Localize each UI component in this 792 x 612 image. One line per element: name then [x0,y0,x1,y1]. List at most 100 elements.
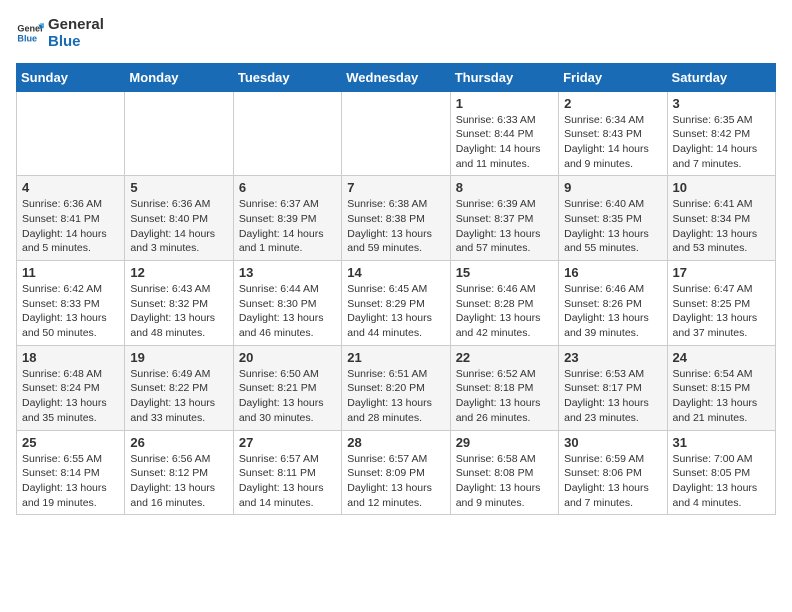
day-info: Sunrise: 6:57 AM Sunset: 8:09 PM Dayligh… [347,452,444,511]
day-number: 2 [564,96,661,111]
day-info: Sunrise: 6:55 AM Sunset: 8:14 PM Dayligh… [22,452,119,511]
day-info: Sunrise: 6:51 AM Sunset: 8:20 PM Dayligh… [347,367,444,426]
day-number: 15 [456,265,553,280]
day-info: Sunrise: 6:57 AM Sunset: 8:11 PM Dayligh… [239,452,336,511]
calendar-cell: 27Sunrise: 6:57 AM Sunset: 8:11 PM Dayli… [233,430,341,515]
day-header-tuesday: Tuesday [233,63,341,91]
calendar-cell: 12 Sunrise: 6:43 AM Sunset: 8:32 PM Dayli… [125,261,233,346]
calendar-cell: 16 Sunrise: 6:46 AM Sunset: 8:26 PM Dayli… [559,261,667,346]
calendar-cell: 5Sunrise: 6:36 AM Sunset: 8:40 PM Daylig… [125,176,233,261]
day-info: Sunrise: 7:00 AM Sunset: 8:05 PM Dayligh… [673,452,770,511]
day-number: 26 [130,435,227,450]
day-info: Sunrise: 6:58 AM Sunset: 8:08 PM Dayligh… [456,452,553,511]
day-number: 31 [673,435,770,450]
day-number: 28 [347,435,444,450]
calendar-cell: 31 Sunrise: 7:00 AM Sunset: 8:05 PM Dayli… [667,430,775,515]
day-info: Sunrise: 6:33 AM Sunset: 8:44 PM Dayligh… [456,113,553,172]
calendar-cell [17,91,125,176]
calendar-cell: 2 Sunrise: 6:34 AM Sunset: 8:43 PM Daylig… [559,91,667,176]
calendar-week-5: 25 Sunrise: 6:55 AM Sunset: 8:14 PM Dayli… [17,430,776,515]
svg-text:Blue: Blue [17,34,37,44]
day-number: 13 [239,265,336,280]
calendar-cell [233,91,341,176]
day-number: 20 [239,350,336,365]
day-number: 19 [130,350,227,365]
day-number: 1 [456,96,553,111]
calendar-cell: 25 Sunrise: 6:55 AM Sunset: 8:14 PM Dayli… [17,430,125,515]
calendar-cell [342,91,450,176]
calendar-cell: 6 Sunrise: 6:37 AM Sunset: 8:39 PM Daylig… [233,176,341,261]
day-info: Sunrise: 6:59 AM Sunset: 8:06 PM Dayligh… [564,452,661,511]
day-info: Sunrise: 6:50 AM Sunset: 8:21 PM Dayligh… [239,367,336,426]
day-info: Sunrise: 6:49 AM Sunset: 8:22 PM Dayligh… [130,367,227,426]
logo-icon: General Blue [16,19,44,47]
calendar-cell: 19 Sunrise: 6:49 AM Sunset: 8:22 PM Dayli… [125,345,233,430]
calendar-cell: 24 Sunrise: 6:54 AM Sunset: 8:15 PM Dayli… [667,345,775,430]
calendar-cell: 14Sunrise: 6:45 AM Sunset: 8:29 PM Dayli… [342,261,450,346]
logo-blue: Blue [48,33,104,50]
calendar-cell: 26 Sunrise: 6:56 AM Sunset: 8:12 PM Dayli… [125,430,233,515]
calendar-cell: 21 Sunrise: 6:51 AM Sunset: 8:20 PM Dayli… [342,345,450,430]
day-number: 16 [564,265,661,280]
day-info: Sunrise: 6:43 AM Sunset: 8:32 PM Dayligh… [130,282,227,341]
calendar-cell: 30 Sunrise: 6:59 AM Sunset: 8:06 PM Dayli… [559,430,667,515]
day-info: Sunrise: 6:46 AM Sunset: 8:26 PM Dayligh… [564,282,661,341]
day-number: 7 [347,180,444,195]
calendar-week-2: 4Sunrise: 6:36 AM Sunset: 8:41 PM Daylig… [17,176,776,261]
day-header-monday: Monday [125,63,233,91]
day-info: Sunrise: 6:53 AM Sunset: 8:17 PM Dayligh… [564,367,661,426]
day-number: 4 [22,180,119,195]
calendar-cell: 13 Sunrise: 6:44 AM Sunset: 8:30 PM Dayli… [233,261,341,346]
calendar-cell: 4Sunrise: 6:36 AM Sunset: 8:41 PM Daylig… [17,176,125,261]
calendar-cell: 3 Sunrise: 6:35 AM Sunset: 8:42 PM Daylig… [667,91,775,176]
day-info: Sunrise: 6:47 AM Sunset: 8:25 PM Dayligh… [673,282,770,341]
calendar-cell: 9 Sunrise: 6:40 AM Sunset: 8:35 PM Daylig… [559,176,667,261]
day-number: 23 [564,350,661,365]
calendar-cell: 11Sunrise: 6:42 AM Sunset: 8:33 PM Dayli… [17,261,125,346]
day-number: 3 [673,96,770,111]
day-number: 9 [564,180,661,195]
day-number: 5 [130,180,227,195]
day-number: 30 [564,435,661,450]
day-number: 12 [130,265,227,280]
calendar-cell: 18Sunrise: 6:48 AM Sunset: 8:24 PM Dayli… [17,345,125,430]
day-number: 21 [347,350,444,365]
day-info: Sunrise: 6:40 AM Sunset: 8:35 PM Dayligh… [564,197,661,256]
calendar-header-row: SundayMondayTuesdayWednesdayThursdayFrid… [17,63,776,91]
day-number: 29 [456,435,553,450]
day-number: 18 [22,350,119,365]
day-number: 25 [22,435,119,450]
day-info: Sunrise: 6:56 AM Sunset: 8:12 PM Dayligh… [130,452,227,511]
calendar-cell: 7 Sunrise: 6:38 AM Sunset: 8:38 PM Daylig… [342,176,450,261]
day-number: 8 [456,180,553,195]
day-info: Sunrise: 6:44 AM Sunset: 8:30 PM Dayligh… [239,282,336,341]
calendar-week-4: 18Sunrise: 6:48 AM Sunset: 8:24 PM Dayli… [17,345,776,430]
day-header-thursday: Thursday [450,63,558,91]
calendar-cell: 1 Sunrise: 6:33 AM Sunset: 8:44 PM Daylig… [450,91,558,176]
day-number: 17 [673,265,770,280]
calendar-cell: 22 Sunrise: 6:52 AM Sunset: 8:18 PM Dayli… [450,345,558,430]
calendar-week-1: 1 Sunrise: 6:33 AM Sunset: 8:44 PM Daylig… [17,91,776,176]
day-header-sunday: Sunday [17,63,125,91]
day-info: Sunrise: 6:38 AM Sunset: 8:38 PM Dayligh… [347,197,444,256]
day-number: 22 [456,350,553,365]
day-number: 11 [22,265,119,280]
day-header-saturday: Saturday [667,63,775,91]
day-info: Sunrise: 6:34 AM Sunset: 8:43 PM Dayligh… [564,113,661,172]
logo-general: General [48,16,104,33]
calendar-cell: 17 Sunrise: 6:47 AM Sunset: 8:25 PM Dayli… [667,261,775,346]
day-number: 14 [347,265,444,280]
day-header-wednesday: Wednesday [342,63,450,91]
calendar-week-3: 11Sunrise: 6:42 AM Sunset: 8:33 PM Dayli… [17,261,776,346]
calendar-cell: 15Sunrise: 6:46 AM Sunset: 8:28 PM Dayli… [450,261,558,346]
day-info: Sunrise: 6:37 AM Sunset: 8:39 PM Dayligh… [239,197,336,256]
calendar-cell: 29 Sunrise: 6:58 AM Sunset: 8:08 PM Dayli… [450,430,558,515]
calendar-cell [125,91,233,176]
day-info: Sunrise: 6:54 AM Sunset: 8:15 PM Dayligh… [673,367,770,426]
day-info: Sunrise: 6:41 AM Sunset: 8:34 PM Dayligh… [673,197,770,256]
day-info: Sunrise: 6:52 AM Sunset: 8:18 PM Dayligh… [456,367,553,426]
day-number: 6 [239,180,336,195]
day-number: 24 [673,350,770,365]
day-info: Sunrise: 6:35 AM Sunset: 8:42 PM Dayligh… [673,113,770,172]
logo: General Blue General Blue [16,16,104,51]
